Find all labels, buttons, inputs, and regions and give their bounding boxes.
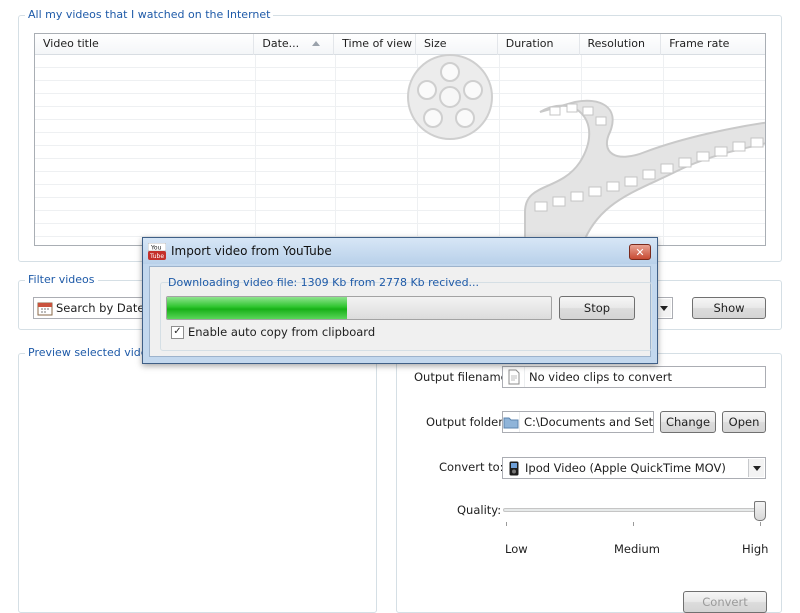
output-folder-field[interactable]: C:\Documents and Settir: [502, 411, 654, 433]
preview-group: Preview selected video: [18, 346, 377, 613]
output-filename-value: No video clips to convert: [529, 370, 672, 384]
download-progress-bar: [166, 296, 552, 320]
output-folder-label: Output folder:: [426, 415, 507, 429]
auto-copy-label: Enable auto copy from clipboard: [188, 325, 376, 339]
quality-tick-medium: [633, 522, 634, 526]
close-icon[interactable]: ✕: [629, 244, 651, 260]
svg-text:You: You: [150, 245, 162, 252]
output-filename-label: Output filename:: [414, 370, 512, 384]
download-status: Downloading video file: 1309 Kb from 277…: [168, 276, 480, 289]
document-icon: [503, 367, 525, 387]
convert-format-value: Ipod Video (Apple QuickTime MOV): [525, 461, 726, 475]
auto-copy-checkbox-row[interactable]: ✓ Enable auto copy from clipboard: [171, 325, 375, 339]
video-history-table[interactable]: Video title Date... Time of view Size Du…: [34, 33, 766, 246]
output-folder-value: C:\Documents and Settir: [524, 415, 654, 429]
column-divider: [335, 55, 336, 245]
column-header-video-title[interactable]: Video title: [35, 34, 255, 55]
chevron-down-icon[interactable]: [748, 459, 764, 477]
quality-high-label: High: [742, 542, 769, 556]
convert-format-select[interactable]: Ipod Video (Apple QuickTime MOV): [502, 457, 766, 479]
svg-text:Tube: Tube: [149, 253, 164, 260]
column-header-date[interactable]: Date...: [254, 34, 335, 55]
quality-slider-thumb[interactable]: [754, 501, 766, 521]
quality-slider-track[interactable]: [503, 508, 761, 512]
output-filename-field[interactable]: No video clips to convert: [502, 366, 766, 388]
quality-tick-high: [760, 522, 761, 526]
auto-copy-checkbox[interactable]: ✓: [171, 325, 184, 339]
quality-medium-label: Medium: [614, 542, 660, 556]
convert-button[interactable]: Convert: [683, 591, 767, 613]
change-folder-button[interactable]: Change: [660, 411, 716, 433]
youtube-icon: You Tube: [148, 243, 166, 260]
open-folder-button[interactable]: Open: [722, 411, 766, 433]
preview-group-title: Preview selected video: [25, 346, 158, 359]
quality-tick-low: [506, 522, 507, 526]
column-header-date-label: Date...: [262, 37, 300, 50]
output-settings-group: [396, 353, 782, 613]
filter-group-title: Filter videos: [25, 273, 98, 286]
quality-low-label: Low: [505, 542, 528, 556]
convert-to-label: Convert to:: [439, 460, 504, 474]
calendar-icon: [34, 298, 56, 318]
import-youtube-dialog[interactable]: You Tube Import video from YouTube ✕ Dow…: [142, 237, 658, 364]
dialog-titlebar[interactable]: You Tube Import video from YouTube ✕: [143, 238, 657, 264]
stop-button[interactable]: Stop: [559, 296, 635, 320]
dialog-body: Downloading video file: 1309 Kb from 277…: [149, 266, 652, 357]
quality-label: Quality:: [457, 503, 502, 517]
ipod-icon: [503, 461, 525, 476]
history-group-title: All my videos that I watched on the Inte…: [25, 8, 274, 21]
sort-ascending-icon: [312, 41, 321, 46]
dialog-title: Import video from YouTube: [171, 244, 332, 258]
film-reel-watermark-icon: [407, 54, 765, 245]
folder-icon: [503, 412, 520, 432]
column-divider: [255, 55, 256, 245]
download-progress-fill: [167, 297, 348, 319]
show-button[interactable]: Show: [692, 297, 766, 319]
convert-button-label: Convert: [702, 595, 748, 609]
